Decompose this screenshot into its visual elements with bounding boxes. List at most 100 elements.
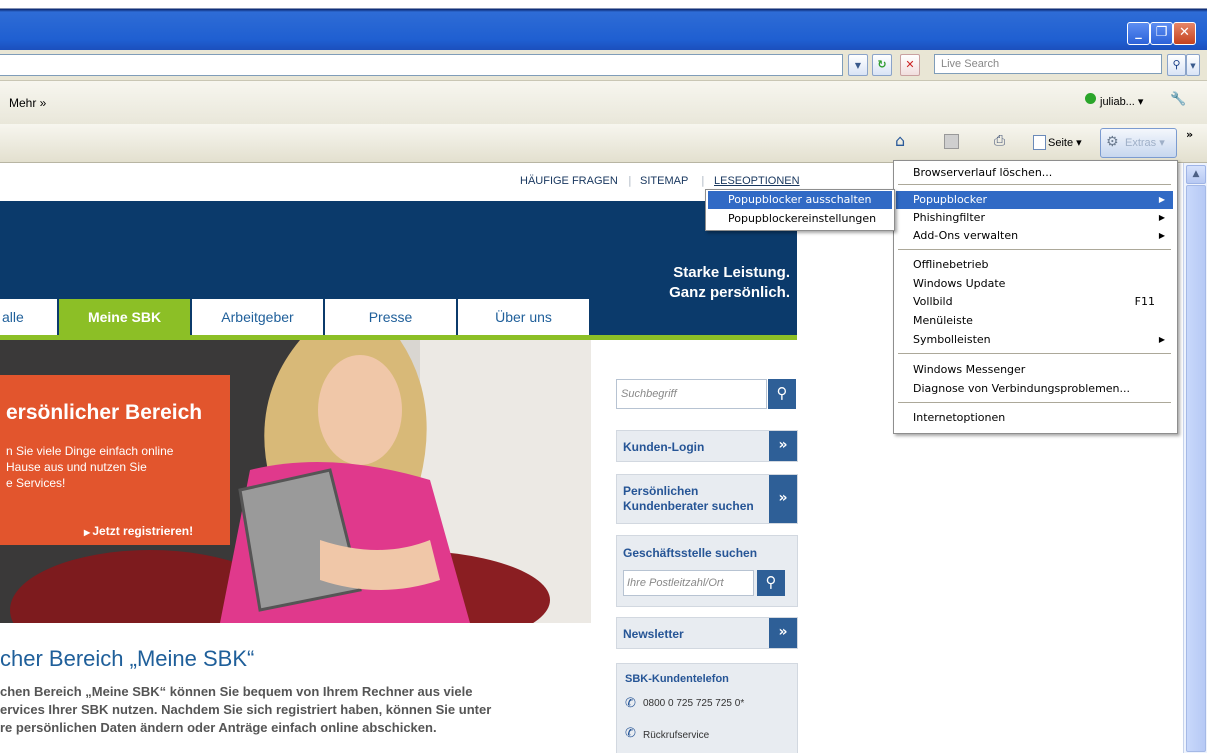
menu-item-vollbild[interactable]: Vollbild F11 (896, 293, 1173, 311)
top-link-leseoptionen[interactable]: LESEOPTIONEN (714, 175, 800, 187)
scroll-up-button[interactable]: ▲ (1186, 165, 1206, 184)
geschaeftsstelle-box: Geschäftsstelle suchen Ihre Postleitzahl… (616, 535, 798, 607)
menu-item-browserverlauf[interactable]: Browserverlauf löschen... (896, 164, 1173, 182)
teaser-heading: ersönlicher Bereich (6, 401, 203, 424)
gear-icon: ⚙ (1106, 134, 1119, 150)
menu-item-label: Popupblockereinstellungen (728, 212, 877, 225)
menu-item-offlinebetrieb[interactable]: Offlinebetrieb (896, 256, 1173, 274)
user-menu-button[interactable]: juliab... ▾ (1100, 95, 1143, 108)
home-icon[interactable]: ⌂ (895, 131, 905, 150)
submenu-arrow-icon: ▶ (1158, 231, 1165, 240)
submenu-arrow-icon: ▶ (1158, 335, 1165, 344)
plz-search-button[interactable]: ⚲ (757, 570, 785, 596)
slogan-line: Starke Leistung. (673, 264, 790, 281)
nav-tab-meine-sbk[interactable]: Meine SBK (59, 299, 190, 335)
chevron-down-icon: ▼ (854, 61, 862, 70)
geschaeftsstelle-label: Geschäftsstelle suchen (623, 546, 758, 560)
vertical-scrollbar[interactable]: ▲ (1183, 163, 1207, 753)
menu-item-popupblockereinstellungen[interactable]: Popupblockereinstellungen (708, 210, 892, 228)
menu-item-menueleiste[interactable]: Menüleiste (896, 312, 1173, 330)
wrench-icon[interactable]: 🔧 (1170, 92, 1186, 107)
newsletter-box[interactable]: Newsletter » (616, 617, 798, 649)
main-paragraph: chen Bereich „Meine SBK“ können Sie bequ… (0, 683, 590, 737)
newsletter-label: Newsletter (623, 627, 684, 641)
menu-item-windows-update[interactable]: Windows Update (896, 275, 1173, 293)
phone-icon: ✆ (625, 696, 636, 711)
messenger-status-icon (1085, 93, 1096, 104)
double-chevron-right-icon: » (769, 431, 797, 461)
stop-button[interactable]: ✕ (900, 54, 920, 76)
menu-item-diagnose[interactable]: Diagnose von Verbindungsproblemen... (896, 380, 1173, 398)
print-icon[interactable]: ⎙ (994, 133, 1005, 149)
menu-item-phishingfilter[interactable]: Phishingfilter ▶ (896, 209, 1173, 227)
search-icon: ⚲ (776, 384, 788, 402)
nav-tab-alle[interactable]: alle (0, 299, 57, 335)
popupblocker-submenu: Popupblocker ausschalten Popupblockerein… (705, 189, 895, 231)
page-menu-button[interactable]: Seite ▾ (1048, 136, 1082, 149)
top-link-sitemap[interactable]: SITEMAP (640, 175, 688, 187)
search-options-button[interactable]: ▼ (1186, 54, 1200, 76)
menu-item-label: Windows Messenger (913, 363, 1026, 376)
menu-item-label: Internetoptionen (913, 411, 1006, 424)
kundentelefon-label: SBK-Kundentelefon (625, 673, 729, 685)
extras-label: Extras ▾ (1125, 137, 1165, 149)
paragraph-line: re persönlichen Daten ändern oder Anträg… (0, 720, 437, 735)
menu-item-label: Vollbild (913, 295, 953, 308)
menu-separator (898, 184, 1171, 185)
register-link[interactable]: ▶ Jetzt registrieren! (84, 524, 193, 538)
menu-item-shortcut: F11 (1134, 295, 1155, 308)
menu-item-symbolleisten[interactable]: Symbolleisten ▶ (896, 331, 1173, 349)
address-dropdown-button[interactable]: ▼ (848, 54, 868, 76)
menu-item-popupblocker[interactable]: Popupblocker ▶ (896, 191, 1173, 209)
minimize-button[interactable]: _ (1127, 22, 1150, 45)
register-teaser: ersönlicher Bereich n Sie viele Dinge ei… (0, 375, 230, 545)
maximize-button[interactable]: ❐ (1150, 22, 1173, 45)
plz-input[interactable]: Ihre Postleitzahl/Ort (623, 570, 754, 596)
close-button[interactable]: ✕ (1173, 22, 1196, 45)
refresh-button[interactable]: ↻ (872, 54, 892, 76)
search-button[interactable]: ⚲ (1167, 54, 1186, 76)
menu-separator (898, 402, 1171, 403)
scroll-thumb[interactable] (1186, 185, 1206, 752)
search-icon: ⚲ (765, 573, 777, 591)
rueckruf-link[interactable]: Rückrufservice (643, 730, 709, 741)
menu-item-label: Popupblocker ausschalten (728, 193, 872, 206)
menu-item-internetoptionen[interactable]: Internetoptionen (896, 409, 1173, 427)
menu-item-label: Symbolleisten (913, 333, 991, 346)
nav-tab-ueber-uns[interactable]: Über uns (458, 299, 589, 335)
teaser-line: n Sie viele Dinge einfach online (6, 444, 174, 458)
menu-separator (898, 353, 1171, 354)
search-icon: ⚲ (1172, 58, 1181, 71)
site-search-input[interactable]: Suchbegriff (616, 379, 767, 409)
menu-item-popupblocker-ausschalten[interactable]: Popupblocker ausschalten (708, 191, 892, 209)
menu-item-label: Popupblocker (913, 193, 987, 206)
berater-suchen-box[interactable]: Persönlichen Kundenberater suchen » (616, 474, 798, 524)
extras-menu-button[interactable]: ⚙ Extras ▾ (1100, 128, 1177, 158)
paragraph-line: ervices Ihrer SBK nutzen. Nachdem Sie si… (0, 702, 492, 717)
double-chevron-right-icon: » (769, 618, 797, 648)
submenu-arrow-icon: ▶ (1158, 195, 1165, 204)
plz-placeholder: Ihre Postleitzahl/Ort (627, 577, 724, 589)
links-more-button[interactable]: Mehr » (9, 96, 46, 110)
slogan-line: Ganz persönlich. (669, 284, 790, 301)
menu-separator (898, 249, 1171, 250)
command-bar-overflow-button[interactable]: » (1186, 128, 1193, 141)
register-link-label: Jetzt registrieren! (92, 524, 194, 538)
teaser-text: n Sie viele Dinge einfach online Hause a… (6, 443, 173, 491)
paragraph-line: chen Bereich „Meine SBK“ können Sie bequ… (0, 684, 473, 699)
site-search-button[interactable]: ⚲ (768, 379, 796, 409)
nav-tab-presse[interactable]: Presse (325, 299, 456, 335)
kunden-login-box[interactable]: Kunden-Login » (616, 430, 798, 462)
window-titlebar (0, 0, 1207, 50)
top-link-faq[interactable]: HÄUFIGE FRAGEN (520, 175, 618, 187)
search-input[interactable]: Live Search (934, 54, 1162, 74)
nav-tab-arbeitgeber[interactable]: Arbeitgeber (192, 299, 323, 335)
menu-item-add-ons[interactable]: Add-Ons verwalten ▶ (896, 227, 1173, 245)
feeds-icon[interactable] (944, 134, 959, 149)
extras-menu: Browserverlauf löschen... Popupblocker ▶ … (893, 160, 1178, 434)
submenu-arrow-icon: ▶ (1158, 213, 1165, 222)
callback-icon: ✆ (625, 726, 636, 741)
address-input[interactable] (0, 54, 843, 76)
menu-item-label: Offlinebetrieb (913, 258, 989, 271)
menu-item-windows-messenger[interactable]: Windows Messenger (896, 361, 1173, 379)
